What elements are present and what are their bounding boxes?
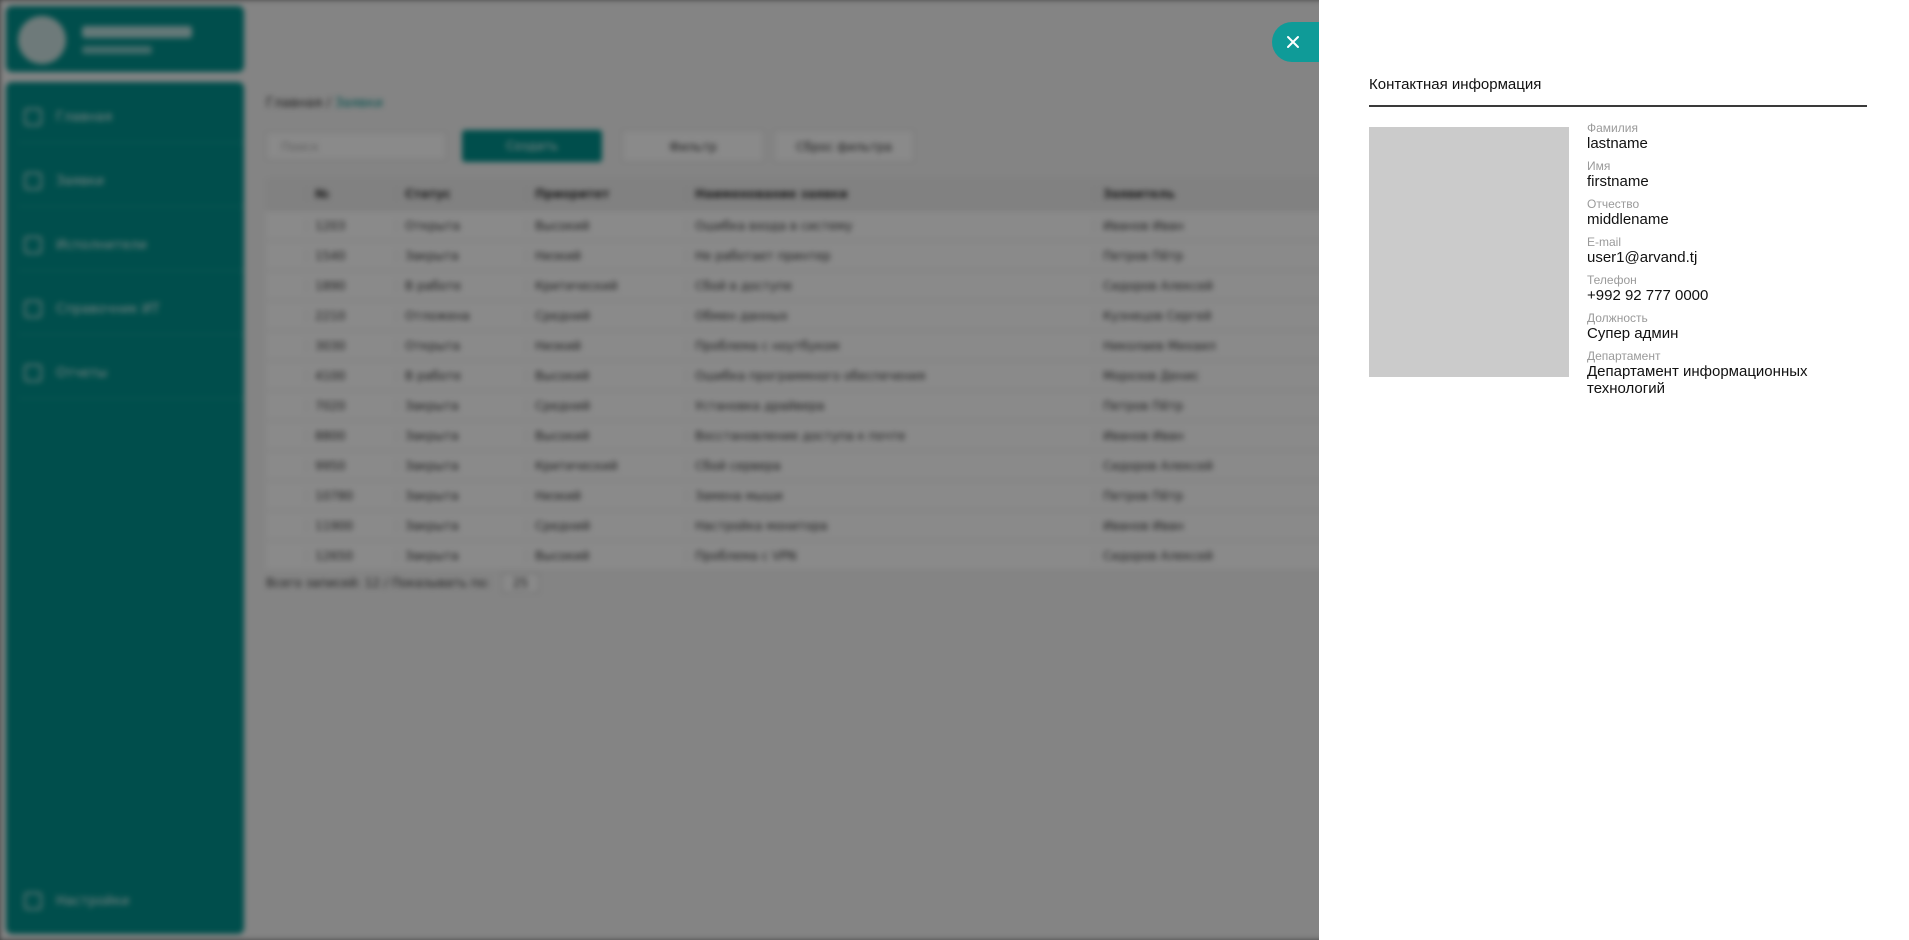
- field-label: Отчество: [1587, 197, 1640, 211]
- field-value: middlename: [1587, 211, 1669, 228]
- field-email: E-mail user1@arvand.tj: [1587, 235, 1867, 267]
- field-label: Фамилия: [1587, 121, 1638, 135]
- field-value: Департамент информационных технологий: [1587, 363, 1808, 397]
- profile-photo-placeholder: [1369, 127, 1569, 377]
- field-phone: Телефон +992 92 777 0000: [1587, 273, 1867, 305]
- drawer-title: Контактная информация: [1369, 76, 1867, 107]
- field-value: +992 92 777 0000: [1587, 287, 1709, 304]
- field-department: Департамент Департамент информационных т…: [1587, 349, 1867, 398]
- field-label: Телефон: [1587, 273, 1637, 287]
- field-position: Должность Супер админ: [1587, 311, 1867, 343]
- field-lastname: Фамилия lastname: [1587, 121, 1867, 153]
- field-value: Супер админ: [1587, 325, 1679, 342]
- field-label: Имя: [1587, 159, 1611, 173]
- close-icon: [1287, 36, 1299, 48]
- field-firstname: Имя firstname: [1587, 159, 1867, 191]
- field-label: Департамент: [1587, 349, 1661, 363]
- field-value: user1@arvand.tj: [1587, 249, 1698, 266]
- field-value: firstname: [1587, 173, 1649, 190]
- field-label: E-mail: [1587, 235, 1622, 249]
- field-middlename: Отчество middlename: [1587, 197, 1867, 229]
- field-label: Должность: [1587, 311, 1648, 325]
- contact-fields: Фамилия lastname Имя firstname Отчество …: [1587, 122, 1867, 405]
- field-value: lastname: [1587, 135, 1648, 152]
- contact-drawer: Контактная информация Фамилия lastname И…: [1319, 0, 1909, 940]
